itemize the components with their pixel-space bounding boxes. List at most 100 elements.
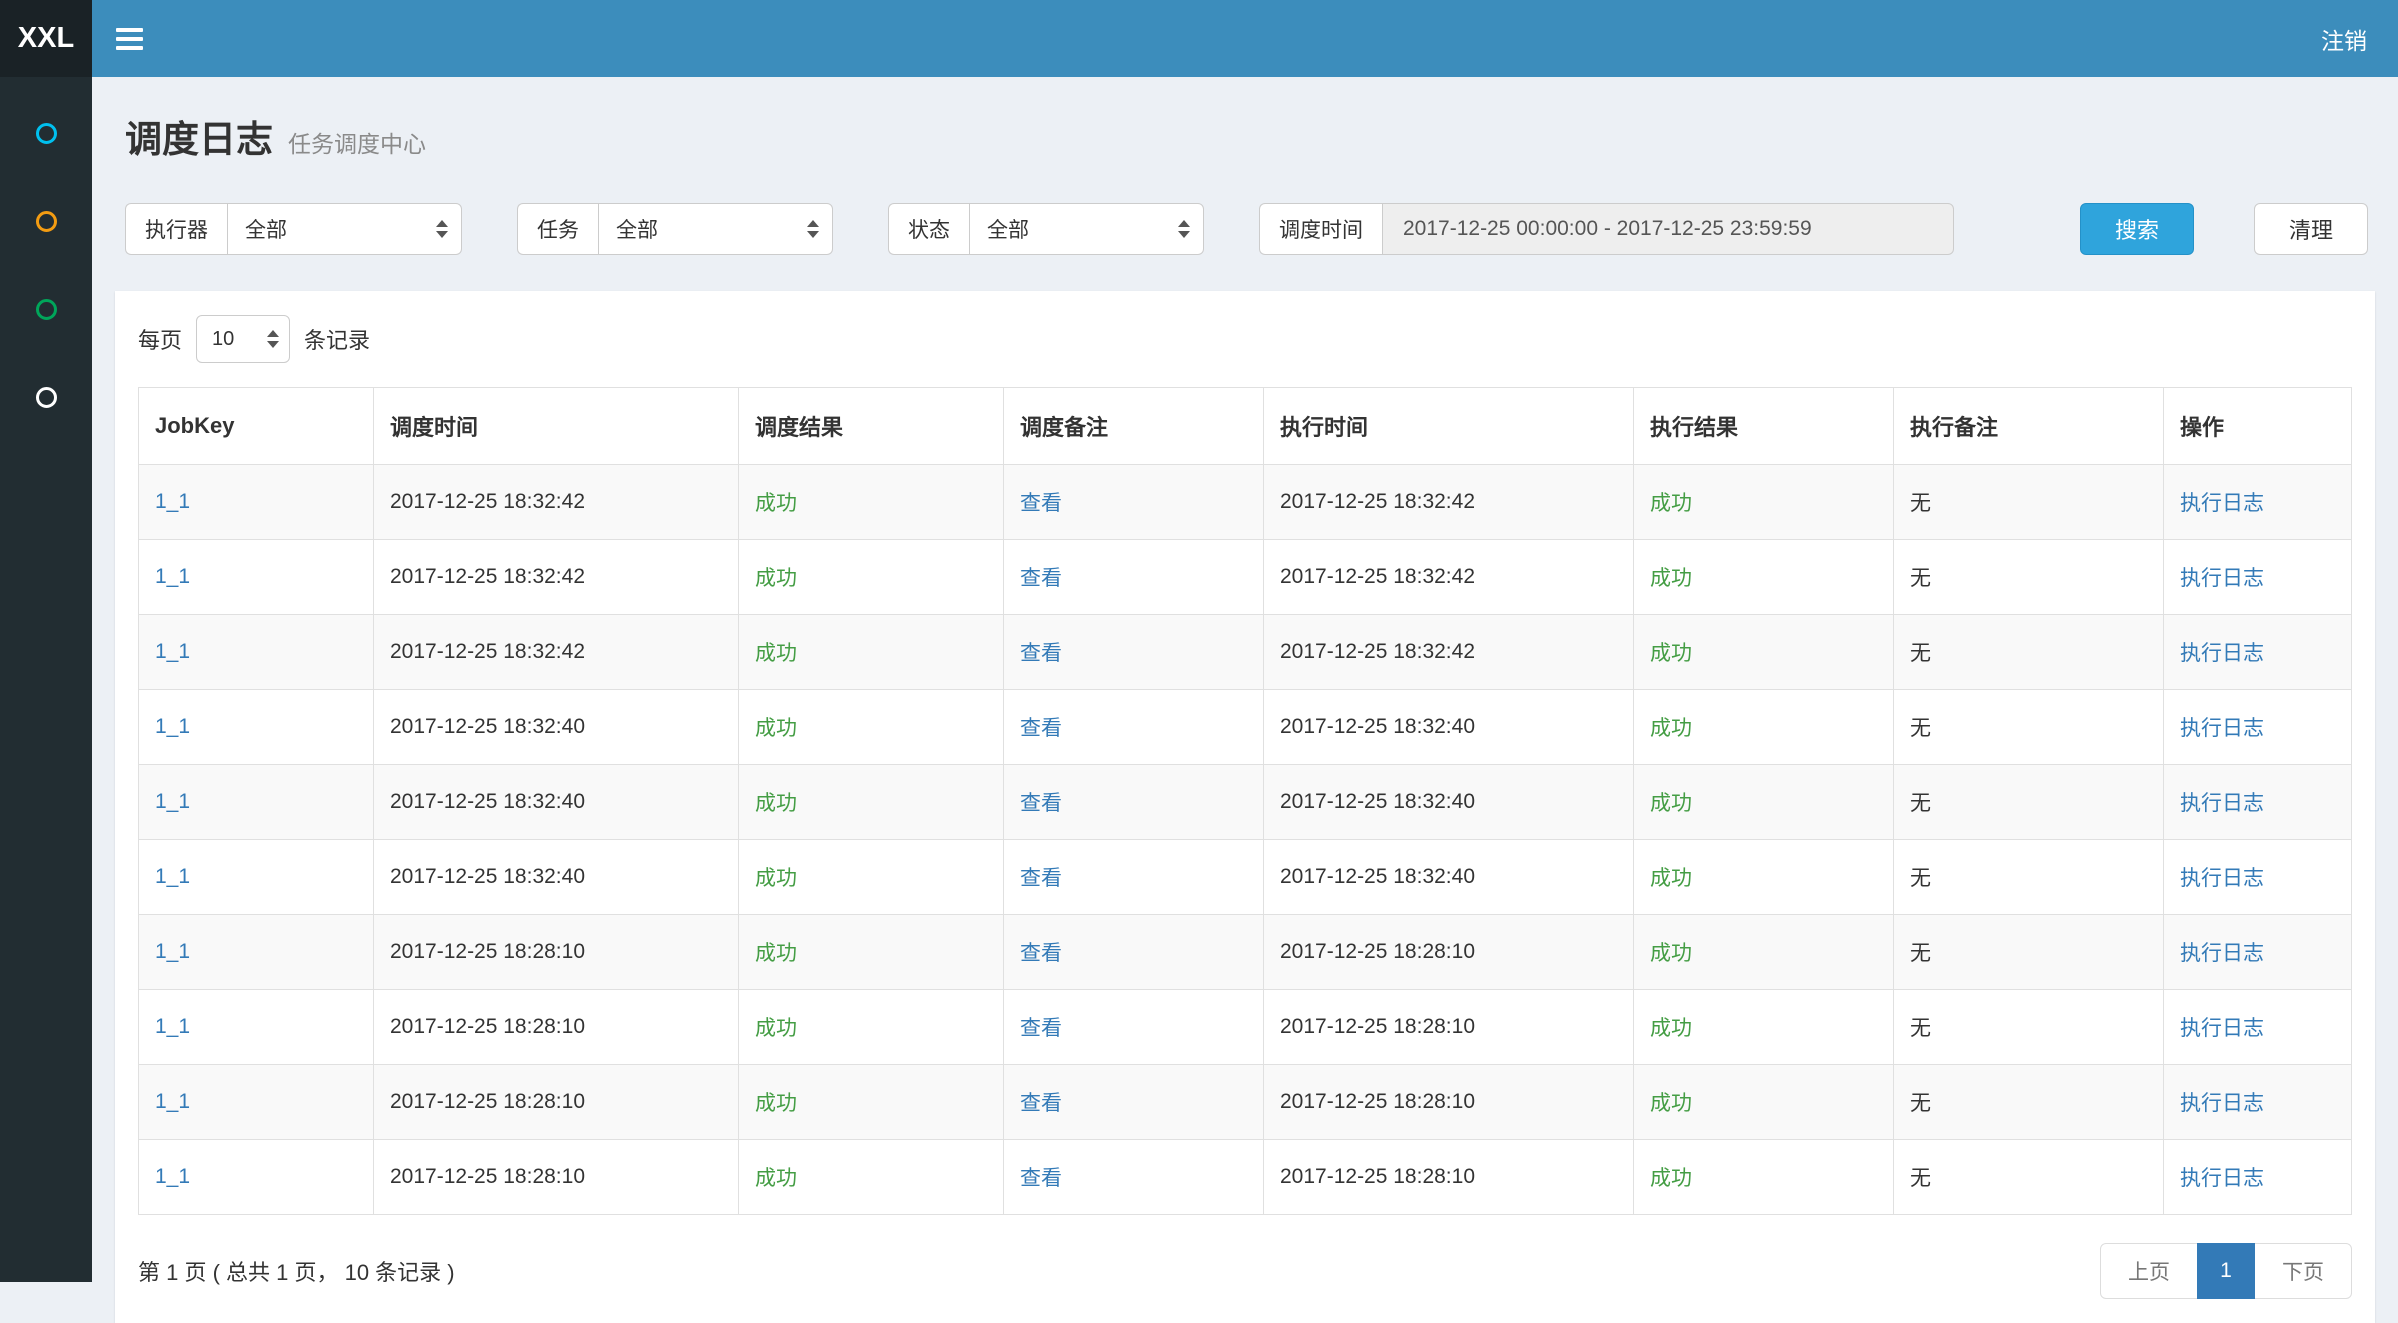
clear-button[interactable]: 清理 <box>2254 203 2368 255</box>
exec-result-cell: 成功 <box>1634 615 1894 690</box>
status-filter: 状态 全部 <box>888 203 1204 255</box>
exec-log-link[interactable]: 执行日志 <box>2180 792 2264 815</box>
table-header-row: JobKey调度时间调度结果调度备注执行时间执行结果执行备注操作 <box>139 388 2352 465</box>
app-logo-text: XXL <box>18 22 74 55</box>
exec-remark-cell: 无 <box>1894 1140 2164 1215</box>
jobkey-link[interactable]: 1_1 <box>155 1165 190 1188</box>
exec-log-link[interactable]: 执行日志 <box>2180 867 2264 890</box>
jobkey-link[interactable]: 1_1 <box>155 565 190 588</box>
dispatch-result-cell: 成功 <box>739 690 1004 765</box>
dispatch-remark-cell: 查看 <box>1004 615 1264 690</box>
dispatch-remark-link[interactable]: 查看 <box>1020 867 1062 890</box>
dispatch-time-input[interactable]: 2017-12-25 00:00:00 - 2017-12-25 23:59:5… <box>1382 203 1954 255</box>
column-header: 调度时间 <box>374 388 739 465</box>
jobkey-link[interactable]: 1_1 <box>155 490 190 513</box>
jobkey-link[interactable]: 1_1 <box>155 790 190 813</box>
column-header: JobKey <box>139 388 374 465</box>
dispatch-time-cell: 2017-12-25 18:32:40 <box>374 840 739 915</box>
exec-remark-cell: 无 <box>1894 990 2164 1065</box>
dispatch-result-cell: 成功 <box>739 765 1004 840</box>
exec-time-cell: 2017-12-25 18:28:10 <box>1264 1140 1634 1215</box>
dispatch-remark-link[interactable]: 查看 <box>1020 1167 1062 1190</box>
dispatch-remark-cell: 查看 <box>1004 765 1264 840</box>
table-row: 1_1 2017-12-25 18:28:10 成功 查看 2017-12-25… <box>139 1140 2352 1215</box>
dispatch-result-cell: 成功 <box>739 990 1004 1065</box>
jobkey-link[interactable]: 1_1 <box>155 940 190 963</box>
exec-remark-cell: 无 <box>1894 840 2164 915</box>
exec-result-cell: 成功 <box>1634 765 1894 840</box>
dispatch-time-cell: 2017-12-25 18:28:10 <box>374 1140 739 1215</box>
exec-log-link[interactable]: 执行日志 <box>2180 717 2264 740</box>
exec-log-link[interactable]: 执行日志 <box>2180 1017 2264 1040</box>
dispatch-time-cell: 2017-12-25 18:32:42 <box>374 615 739 690</box>
action-cell: 执行日志 <box>2164 915 2352 990</box>
exec-log-link[interactable]: 执行日志 <box>2180 642 2264 665</box>
logout-link[interactable]: 注销 <box>2290 22 2398 56</box>
jobkey-link[interactable]: 1_1 <box>155 640 190 663</box>
exec-remark-cell: 无 <box>1894 765 2164 840</box>
table-row: 1_1 2017-12-25 18:32:40 成功 查看 2017-12-25… <box>139 690 2352 765</box>
jobkey-link[interactable]: 1_1 <box>155 865 190 888</box>
page-size-select[interactable]: 10 <box>196 315 290 363</box>
dispatch-remark-link[interactable]: 查看 <box>1020 717 1062 740</box>
exec-log-link[interactable]: 执行日志 <box>2180 942 2264 965</box>
exec-remark-cell: 无 <box>1894 690 2164 765</box>
table-row: 1_1 2017-12-25 18:32:42 成功 查看 2017-12-25… <box>139 540 2352 615</box>
dispatch-remark-link[interactable]: 查看 <box>1020 492 1062 515</box>
job-filter: 任务 全部 <box>517 203 833 255</box>
sidebar-item-2[interactable] <box>0 177 92 265</box>
log-table-body: 1_1 2017-12-25 18:32:42 成功 查看 2017-12-25… <box>139 465 2352 1215</box>
page-subtitle: 任务调度中心 <box>288 125 426 159</box>
current-page-button[interactable]: 1 <box>2197 1243 2255 1299</box>
job-filter-select[interactable]: 全部 <box>598 203 833 255</box>
executor-filter-select[interactable]: 全部 <box>227 203 462 255</box>
dispatch-remark-cell: 查看 <box>1004 840 1264 915</box>
select-stepper-icon <box>1178 220 1190 238</box>
jobkey-cell: 1_1 <box>139 690 374 765</box>
dispatch-remark-link[interactable]: 查看 <box>1020 567 1062 590</box>
sidebar-toggle-button[interactable] <box>92 0 166 77</box>
dispatch-remark-link[interactable]: 查看 <box>1020 942 1062 965</box>
jobkey-link[interactable]: 1_1 <box>155 1015 190 1038</box>
exec-time-cell: 2017-12-25 18:32:40 <box>1264 765 1634 840</box>
exec-remark-cell: 无 <box>1894 615 2164 690</box>
exec-time-cell: 2017-12-25 18:28:10 <box>1264 1065 1634 1140</box>
sidebar-item-4[interactable] <box>0 353 92 441</box>
jobkey-cell: 1_1 <box>139 765 374 840</box>
page-size-value: 10 <box>212 328 234 351</box>
circle-icon <box>36 211 57 232</box>
sidebar <box>0 77 92 1282</box>
dispatch-remark-cell: 查看 <box>1004 540 1264 615</box>
exec-remark-cell: 无 <box>1894 540 2164 615</box>
column-header: 调度备注 <box>1004 388 1264 465</box>
exec-result-cell: 成功 <box>1634 840 1894 915</box>
exec-result-cell: 成功 <box>1634 690 1894 765</box>
sidebar-item-1[interactable] <box>0 89 92 177</box>
status-filter-select[interactable]: 全部 <box>969 203 1204 255</box>
exec-remark-cell: 无 <box>1894 915 2164 990</box>
dispatch-remark-link[interactable]: 查看 <box>1020 642 1062 665</box>
prev-page-button[interactable]: 上页 <box>2100 1243 2198 1299</box>
column-header: 调度结果 <box>739 388 1004 465</box>
table-footer: 第 1 页 ( 总共 1 页， 10 条记录 ) 上页 1 下页 <box>138 1215 2352 1323</box>
jobkey-link[interactable]: 1_1 <box>155 715 190 738</box>
status-filter-label: 状态 <box>888 203 969 255</box>
top-navbar: XXL 注销 <box>0 0 2398 77</box>
exec-log-link[interactable]: 执行日志 <box>2180 492 2264 515</box>
exec-log-link[interactable]: 执行日志 <box>2180 1167 2264 1190</box>
action-cell: 执行日志 <box>2164 1140 2352 1215</box>
app-logo[interactable]: XXL <box>0 0 92 77</box>
dispatch-remark-link[interactable]: 查看 <box>1020 1017 1062 1040</box>
next-page-button[interactable]: 下页 <box>2254 1243 2352 1299</box>
executor-filter: 执行器 全部 <box>125 203 462 255</box>
sidebar-item-3[interactable] <box>0 265 92 353</box>
exec-log-link[interactable]: 执行日志 <box>2180 567 2264 590</box>
dispatch-remark-link[interactable]: 查看 <box>1020 1092 1062 1115</box>
search-button[interactable]: 搜索 <box>2080 203 2194 255</box>
exec-log-link[interactable]: 执行日志 <box>2180 1092 2264 1115</box>
jobkey-link[interactable]: 1_1 <box>155 1090 190 1113</box>
jobkey-cell: 1_1 <box>139 915 374 990</box>
dispatch-remark-link[interactable]: 查看 <box>1020 792 1062 815</box>
circle-icon <box>36 123 57 144</box>
page-title-text: 调度日志 <box>125 109 273 163</box>
